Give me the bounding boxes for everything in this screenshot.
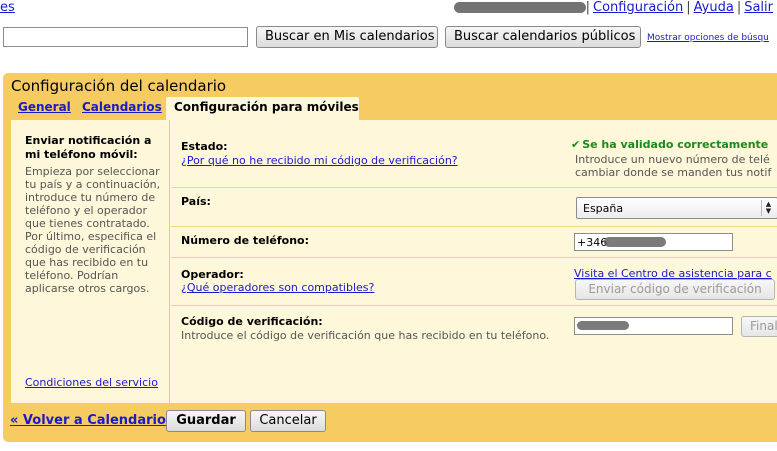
compatible-operators-link[interactable]: ¿Qué operadores son compatibles?	[181, 281, 374, 294]
finish-button[interactable]: Finalizar	[741, 316, 777, 337]
tab-mobile-settings[interactable]: Configuración para móviles	[166, 97, 359, 121]
phone-number-label: Número de teléfono:	[181, 234, 310, 247]
country-label: País:	[181, 195, 211, 208]
separator: |	[736, 0, 742, 15]
save-button[interactable]: Guardar	[166, 410, 246, 432]
settings-content: Enviar notificación a mi teléfono móvil:…	[11, 120, 777, 403]
help-link[interactable]: Ayuda	[694, 0, 734, 15]
top-left-link[interactable]: es	[0, 0, 15, 15]
country-selected-value: España	[583, 202, 624, 215]
search-options-link[interactable]: Mostrar opciones de búsqu	[647, 33, 769, 43]
top-right-links: | Configuración | Ayuda | Salir	[583, 0, 773, 15]
top-bar: es | Configuración | Ayuda | Salir	[0, 0, 777, 16]
code-redacted	[577, 321, 629, 330]
operator-row: Operador: ¿Qué operadores son compatible…	[171, 258, 777, 306]
phone-row: Número de teléfono: +346	[171, 227, 777, 258]
select-arrows-icon: ▲ ▼	[761, 200, 775, 216]
settings-panel: Configuración del calendario General Cal…	[3, 73, 777, 442]
checkmark-icon: ✔	[571, 138, 581, 151]
tab-calendars[interactable]: Calendarios	[82, 100, 162, 114]
verification-code-label: Código de verificación:	[181, 315, 323, 328]
phone-number-value: +346	[577, 236, 608, 249]
user-email-redacted	[454, 2, 586, 13]
phone-number-input[interactable]: +346	[574, 233, 733, 251]
status-row: Estado: ¿Por qué no he recibido mi códig…	[171, 120, 777, 188]
terms-of-service-link[interactable]: Condiciones del servicio	[25, 376, 158, 389]
search-public-calendars-button[interactable]: Buscar calendarios públicos	[445, 26, 641, 48]
status-validated-text: Se ha validado correctamente	[582, 138, 769, 151]
country-select[interactable]: España ▲ ▼	[576, 197, 777, 219]
verification-code-hint: Introduce el código de verificación que …	[181, 329, 550, 342]
verification-code-row: Código de verificación: Introduce el cód…	[171, 306, 777, 348]
mobile-info-heading: Enviar notificación a mi teléfono móvil:	[25, 134, 152, 161]
status-description-line: cambiar donde se manden tus notif	[575, 166, 772, 179]
mobile-info-description: Empieza por seleccionar tu país y a cont…	[25, 165, 161, 295]
operator-label: Operador:	[181, 268, 244, 281]
verification-code-input[interactable]	[574, 317, 733, 335]
status-description-line: Introduce un nuevo número de telé	[575, 153, 770, 166]
back-to-calendar-link[interactable]: « Volver a Calendario	[10, 413, 166, 428]
cancel-button[interactable]: Cancelar	[250, 410, 326, 432]
page-title: Configuración del calendario	[11, 77, 227, 95]
separator: |	[585, 0, 591, 15]
verification-code-help-link[interactable]: ¿Por qué no he recibido mi código de ver…	[181, 154, 458, 167]
phone-redacted	[604, 237, 666, 247]
status-label: Estado:	[181, 140, 228, 153]
signout-link[interactable]: Salir	[744, 0, 773, 15]
search-my-calendars-button[interactable]: Buscar en Mis calendarios	[256, 26, 438, 48]
mobile-info-column: Enviar notificación a mi teléfono móvil:…	[11, 120, 170, 403]
separator: |	[686, 0, 691, 15]
search-input[interactable]	[3, 27, 248, 47]
tab-general[interactable]: General	[18, 100, 71, 114]
status-validated: ✔ Se ha validado correctamente	[571, 138, 768, 151]
settings-link[interactable]: Configuración	[593, 0, 683, 15]
send-verification-code-button[interactable]: Enviar código de verificación	[575, 279, 775, 300]
country-row: País: España ▲ ▼	[171, 188, 777, 227]
status-description: Introduce un nuevo número de telé cambia…	[575, 153, 771, 179]
